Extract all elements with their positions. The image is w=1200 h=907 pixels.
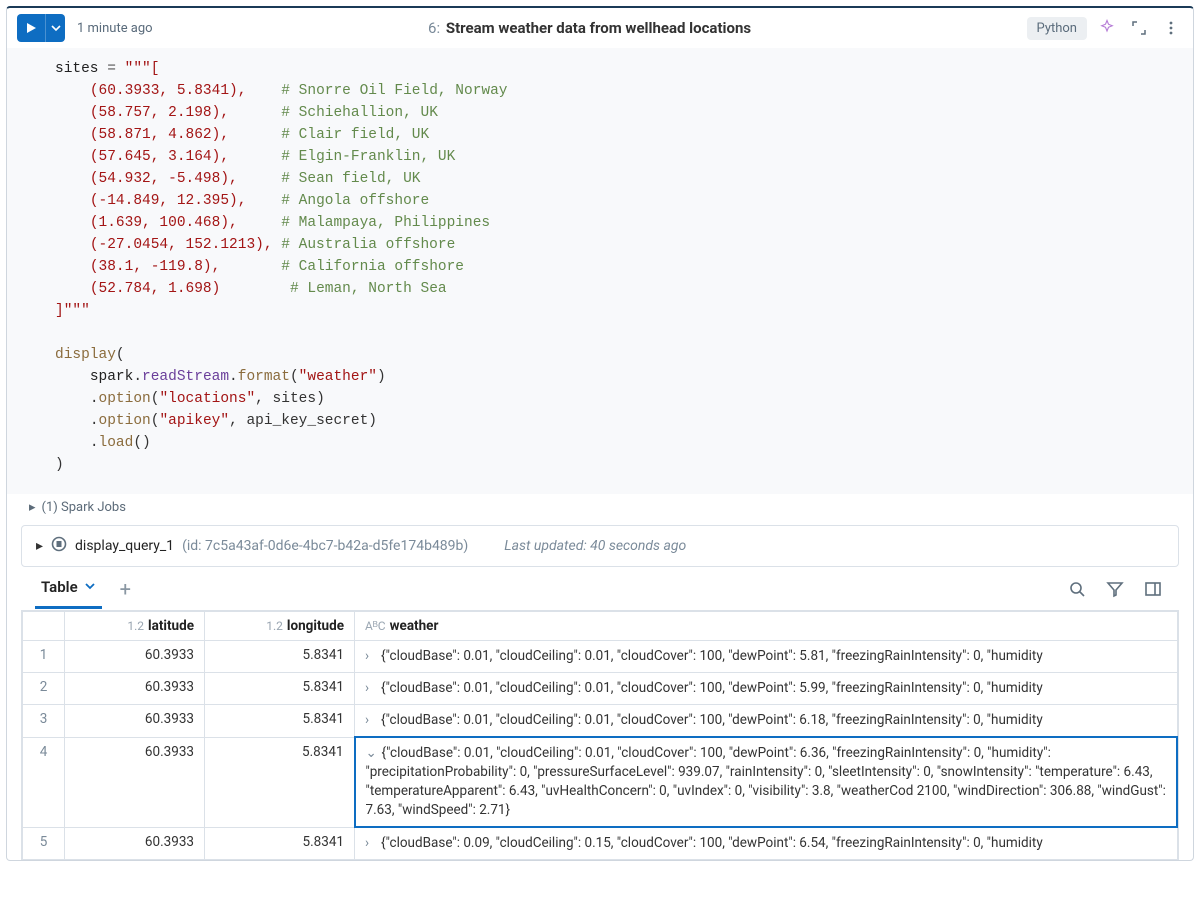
expand-row-icon[interactable]: › [365, 834, 377, 853]
cell-longitude: 5.8341 [205, 673, 355, 705]
expand-row-icon[interactable]: › [365, 679, 377, 698]
cell-latitude: 60.3933 [65, 737, 205, 827]
table-row[interactable]: 160.39335.8341›{"cloudBase": 0.01, "clou… [23, 641, 1178, 673]
table-row[interactable]: 360.39335.8341›{"cloudBase": 0.01, "clou… [23, 705, 1178, 738]
spark-jobs-label: (1) Spark Jobs [42, 500, 126, 515]
expand-row-icon[interactable]: › [365, 647, 377, 666]
row-index: 3 [23, 705, 65, 738]
language-badge[interactable]: Python [1027, 17, 1087, 40]
cell-longitude: 5.8341 [205, 705, 355, 738]
code-editor[interactable]: sites = """[ (60.3933, 5.8341), # Snorre… [7, 48, 1193, 494]
chevron-right-icon: ▸ [29, 500, 36, 515]
cell-header: 1 minute ago 6: Stream weather data from… [7, 8, 1193, 48]
execution-time: 1 minute ago [77, 21, 153, 36]
cell-longitude: 5.8341 [205, 737, 355, 827]
cell-latitude: 60.3933 [65, 641, 205, 673]
tab-table[interactable]: Table [35, 568, 102, 609]
col-latitude[interactable]: 1.2latitude [65, 612, 205, 641]
cell-weather[interactable]: ›{"cloudBase": 0.09, "cloudCeiling": 0.1… [355, 827, 1178, 860]
run-menu-caret[interactable] [45, 14, 65, 42]
cell-title-text: Stream weather data from wellhead locati… [446, 19, 751, 37]
row-index: 1 [23, 641, 65, 673]
expand-row-icon[interactable]: › [365, 711, 377, 730]
cell-title: 6: Stream weather data from wellhead loc… [161, 19, 1019, 37]
query-info-bar[interactable]: ▸ display_query_1 (id: 7c5a43af-0d6e-4bc… [21, 525, 1179, 567]
cell-longitude: 5.8341 [205, 641, 355, 673]
chevron-right-icon: ▸ [36, 538, 43, 554]
stream-status-icon [51, 536, 67, 556]
cell-latitude: 60.3933 [65, 673, 205, 705]
query-name: display_query_1 [75, 538, 174, 554]
spark-jobs-toggle[interactable]: ▸ (1) Spark Jobs [7, 494, 1193, 521]
results-table: 1.2latitude 1.2longitude AᴮCweather 160.… [22, 611, 1178, 860]
table-row[interactable]: 260.39335.8341›{"cloudBase": 0.01, "clou… [23, 673, 1178, 705]
run-button[interactable] [17, 14, 65, 42]
cell-weather[interactable]: ⌄{"cloudBase": 0.01, "cloudCeiling": 0.0… [355, 737, 1178, 827]
cell-longitude: 5.8341 [205, 827, 355, 860]
col-index[interactable] [23, 612, 65, 641]
add-tab-button[interactable]: + [112, 577, 139, 601]
col-longitude[interactable]: 1.2longitude [205, 612, 355, 641]
row-index: 2 [23, 673, 65, 705]
tab-label: Table [41, 578, 78, 596]
table-row[interactable]: 460.39335.8341⌄{"cloudBase": 0.01, "clou… [23, 737, 1178, 827]
cell-weather[interactable]: ›{"cloudBase": 0.01, "cloudCeiling": 0.0… [355, 705, 1178, 738]
query-updated: Last updated: 40 seconds ago [504, 538, 686, 554]
expand-row-icon[interactable]: ⌄ [366, 744, 378, 763]
cell-number: 6: [428, 19, 440, 37]
notebook-cell: 1 minute ago 6: Stream weather data from… [6, 6, 1194, 861]
chevron-down-icon[interactable] [84, 578, 96, 596]
assistant-icon[interactable] [1095, 16, 1119, 40]
table-row[interactable]: 560.39335.8341›{"cloudBase": 0.09, "clou… [23, 827, 1178, 860]
filter-icon[interactable] [1103, 577, 1127, 601]
cell-weather[interactable]: ›{"cloudBase": 0.01, "cloudCeiling": 0.0… [355, 641, 1178, 673]
cell-latitude: 60.3933 [65, 827, 205, 860]
cell-latitude: 60.3933 [65, 705, 205, 738]
play-icon [17, 14, 45, 42]
panel-icon[interactable] [1141, 577, 1165, 601]
expand-icon[interactable] [1127, 16, 1151, 40]
results-table-container: 1.2latitude 1.2longitude AᴮCweather 160.… [21, 611, 1179, 860]
search-icon[interactable] [1065, 577, 1089, 601]
row-index: 5 [23, 827, 65, 860]
row-index: 4 [23, 737, 65, 827]
col-weather[interactable]: AᴮCweather [355, 612, 1178, 641]
kebab-menu-icon[interactable] [1159, 16, 1183, 40]
output-tabs: Table + [21, 567, 1179, 611]
cell-weather[interactable]: ›{"cloudBase": 0.01, "cloudCeiling": 0.0… [355, 673, 1178, 705]
query-id: (id: 7c5a43af-0d6e-4bc7-b42a-d5fe174b489… [182, 538, 468, 554]
